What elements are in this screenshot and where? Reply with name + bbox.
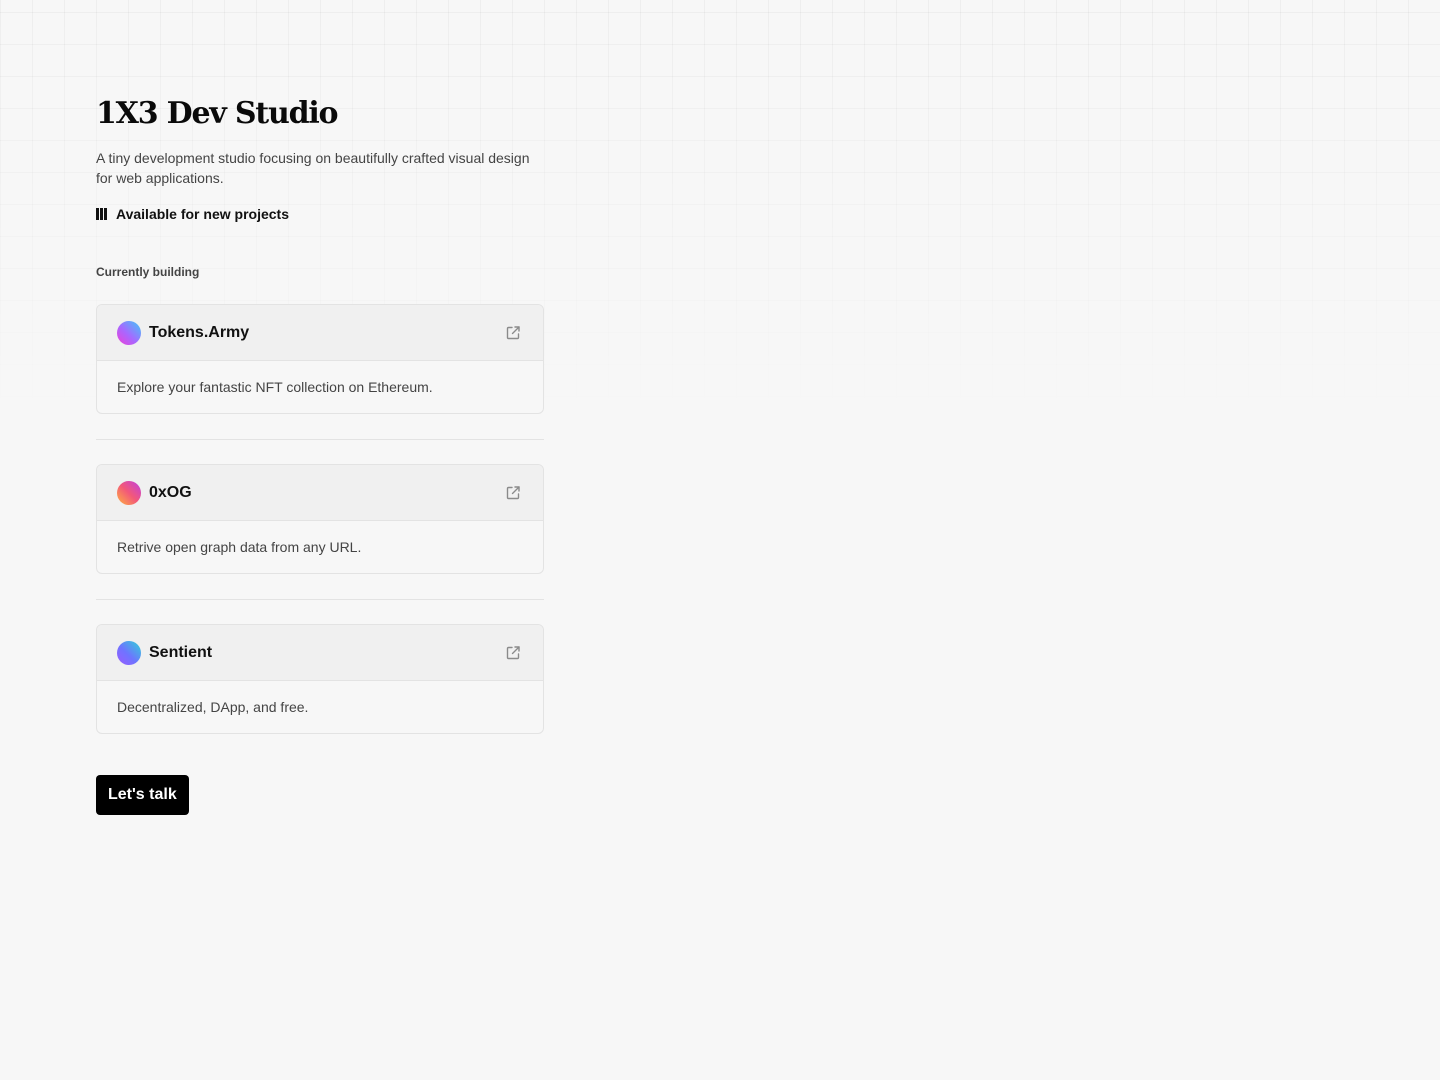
page-title: 1X3 Dev Studio bbox=[96, 96, 339, 131]
external-link-icon bbox=[506, 486, 520, 500]
studio-description: A tiny development studio focusing on be… bbox=[96, 150, 530, 186]
external-link-button[interactable] bbox=[503, 643, 523, 663]
project-card-header: Tokens.Army bbox=[97, 305, 543, 361]
project-description: Explore your fantastic NFT collection on… bbox=[117, 378, 433, 395]
project-card-0xog: 0xOG Retrive open graph data from any UR… bbox=[96, 464, 544, 574]
external-link-icon bbox=[506, 326, 520, 340]
project-card-sentient: Sentient Decentralized, DApp, and free. bbox=[96, 624, 544, 734]
project-name: Sentient bbox=[149, 643, 213, 661]
section-label: Currently building bbox=[96, 265, 200, 279]
project-avatar bbox=[117, 480, 141, 505]
project-description: Decentralized, DApp, and free. bbox=[117, 698, 309, 715]
project-card-tokens-army: Tokens.Army Explore your fantastic NFT c… bbox=[96, 304, 544, 414]
lets-talk-button[interactable]: Let's talk bbox=[96, 775, 189, 815]
availability-label: Available for new projects bbox=[116, 206, 289, 222]
project-name: 0xOG bbox=[149, 483, 192, 501]
bars-icon bbox=[96, 208, 108, 220]
external-link-button[interactable] bbox=[503, 323, 523, 343]
project-card-header: Sentient bbox=[97, 625, 543, 681]
project-card-header: 0xOG bbox=[97, 465, 543, 521]
external-link-button[interactable] bbox=[503, 483, 523, 503]
project-avatar bbox=[117, 320, 141, 345]
divider bbox=[96, 439, 544, 440]
project-name: Tokens.Army bbox=[149, 323, 250, 341]
divider bbox=[96, 599, 544, 600]
availability-status: Available for new projects bbox=[96, 205, 289, 223]
project-avatar bbox=[117, 640, 141, 665]
external-link-icon bbox=[506, 646, 520, 660]
project-description: Retrive open graph data from any URL. bbox=[117, 538, 362, 555]
